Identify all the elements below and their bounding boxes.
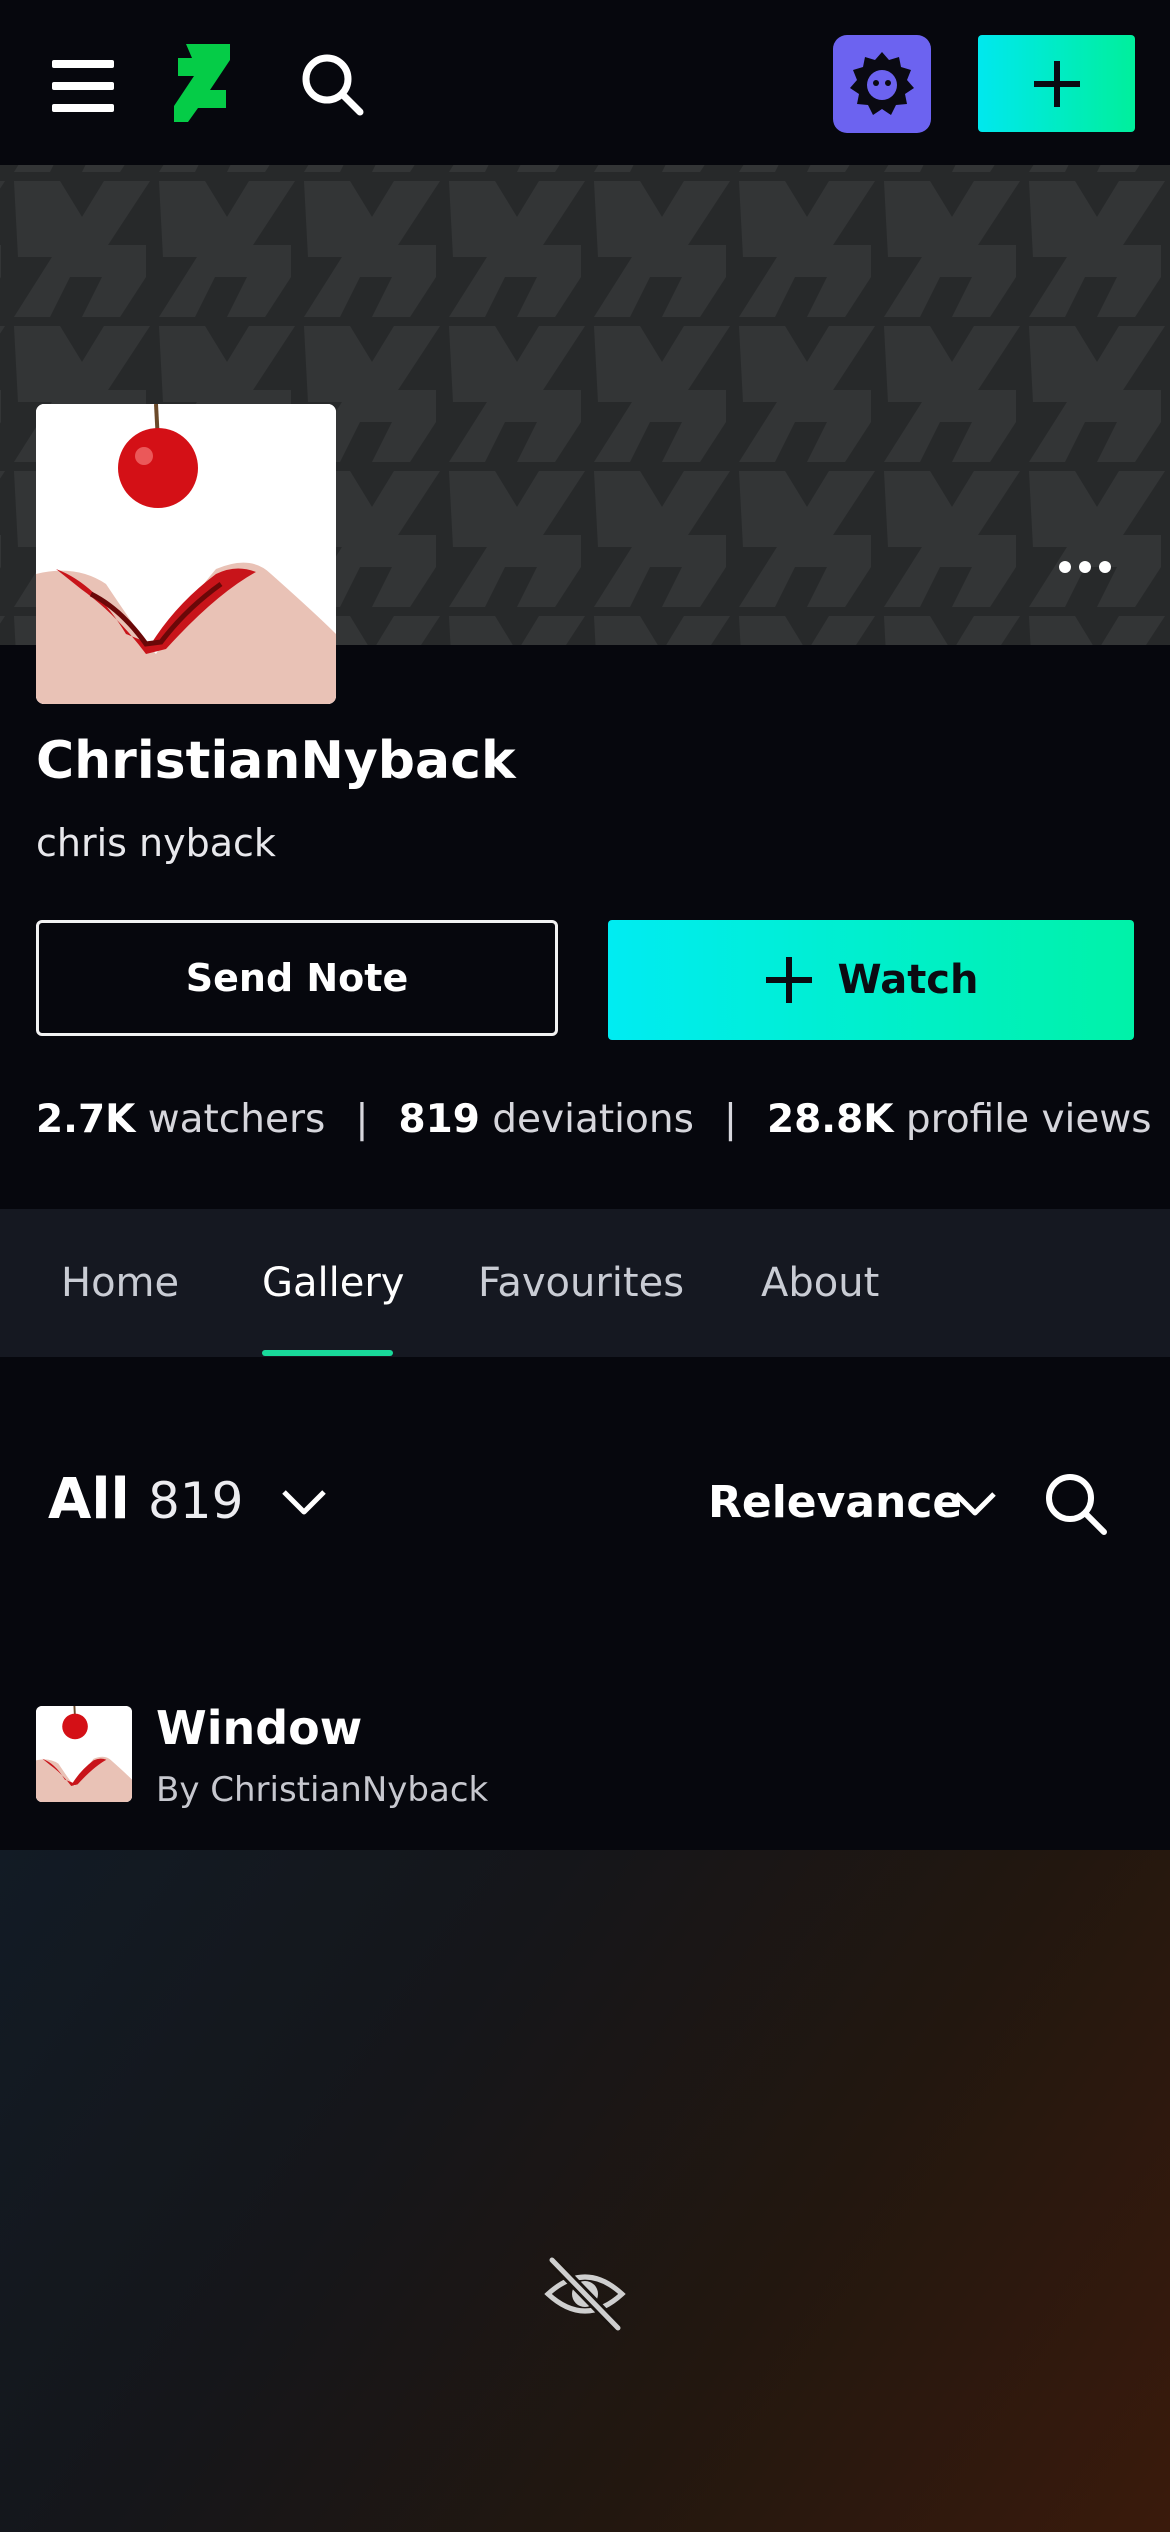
chevron-down-icon[interactable] [952, 1488, 998, 1520]
deviation-hidden-preview[interactable] [0, 1850, 1170, 2532]
profile-username: ChristianNyback [36, 731, 516, 791]
active-tab-indicator [262, 1350, 393, 1356]
deviations-count: 819 [398, 1097, 480, 1142]
profile-stats: 2.7K watchers | 819 deviations | 28.8K profi… [36, 1088, 1152, 1152]
create-button[interactable] [978, 35, 1135, 132]
cherry-lips-image [36, 404, 336, 704]
profile-tabs: Home Gallery Favourites About [0, 1209, 1170, 1357]
gallery-filter-count[interactable]: 819 [148, 1466, 243, 1536]
eye-slash-icon [544, 2256, 626, 2332]
profile-views-label: profile views [905, 1097, 1152, 1142]
profile-real-name: chris nyback [36, 821, 276, 865]
top-nav-bar [0, 0, 1170, 165]
deviations-label: deviations [492, 1097, 694, 1142]
profile-avatar[interactable] [36, 404, 336, 704]
plus-icon [765, 957, 812, 1003]
watch-button[interactable]: Watch [608, 920, 1134, 1040]
gallery-filter-label[interactable]: All [48, 1462, 130, 1538]
sort-dropdown[interactable]: Relevance [708, 1470, 962, 1536]
tab-home[interactable]: Home [61, 1209, 179, 1357]
search-icon[interactable] [1042, 1470, 1108, 1536]
tab-about[interactable]: About [761, 1209, 879, 1357]
watchers-count: 2.7K [36, 1097, 136, 1142]
profile-views-count: 28.8K [767, 1097, 894, 1142]
stats-separator: | [723, 1097, 738, 1142]
search-icon[interactable] [300, 52, 364, 116]
watch-button-label: Watch [837, 957, 979, 1003]
tab-favourites[interactable]: Favourites [478, 1209, 684, 1357]
more-dots-icon[interactable] [1030, 540, 1140, 594]
deviation-author[interactable]: By ChristianNyback [156, 1765, 488, 1815]
send-note-button[interactable]: Send Note [36, 920, 558, 1036]
user-avatar-button[interactable] [833, 35, 931, 133]
plus-icon [1033, 60, 1080, 107]
stats-separator: | [355, 1097, 369, 1142]
cherry-lips-thumbnail [36, 1706, 132, 1802]
watchers-label: watchers [147, 1097, 326, 1142]
user-avatar-icon [850, 52, 914, 115]
deviantart-logo-icon[interactable] [174, 44, 230, 122]
deviation-title[interactable]: Window [156, 1696, 362, 1760]
hamburger-menu-icon[interactable] [52, 60, 116, 112]
tab-gallery[interactable]: Gallery [262, 1209, 404, 1357]
deviation-author-avatar[interactable] [36, 1706, 132, 1802]
chevron-down-icon[interactable] [280, 1486, 328, 1520]
